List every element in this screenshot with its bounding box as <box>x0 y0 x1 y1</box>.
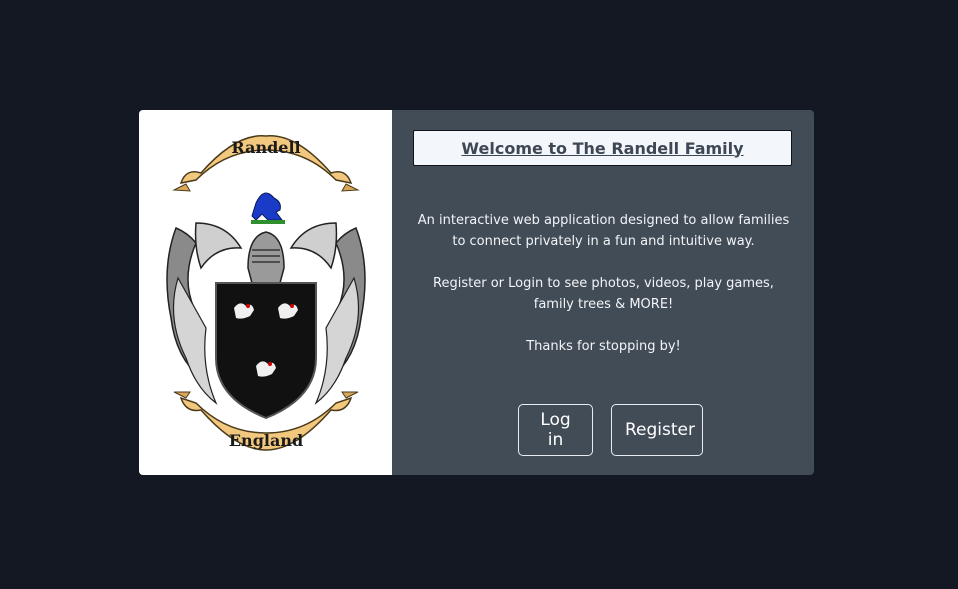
register-prompt-paragraph: Register or Login to see photos, videos,… <box>433 276 774 312</box>
description-paragraph: An interactive web application designed … <box>417 213 790 249</box>
family-crest-image: Randell England <box>165 134 366 451</box>
welcome-content: Welcome to The Randell Family An interac… <box>392 110 814 475</box>
welcome-card: Randell England Welcome to The Randell F… <box>139 110 814 475</box>
thanks-paragraph: Thanks for stopping by! <box>526 339 681 354</box>
family-crest-panel: Randell England <box>139 110 392 475</box>
title-box: Welcome to The Randell Family <box>413 130 792 166</box>
lion-crest-icon <box>250 192 285 224</box>
shield-icon <box>214 281 317 419</box>
login-button[interactable]: Log in <box>518 404 593 456</box>
register-button[interactable]: Register <box>611 404 703 456</box>
crest-bottom-scroll-text: England <box>228 431 302 450</box>
welcome-title-link[interactable]: Welcome to The Randell Family <box>461 139 743 158</box>
helmet-icon <box>246 230 285 284</box>
crest-top-scroll-text: Randell <box>231 138 300 157</box>
